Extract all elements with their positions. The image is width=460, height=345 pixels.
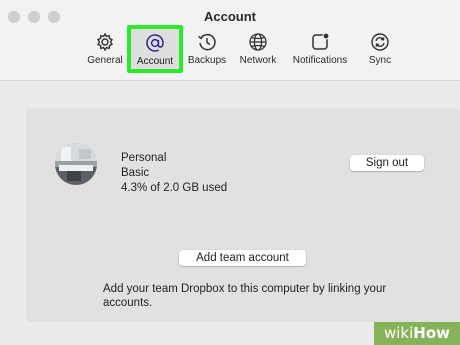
wikihow-watermark: wikiHow bbox=[374, 322, 460, 345]
tab-network[interactable]: Network bbox=[236, 31, 280, 73]
clock-history-icon bbox=[198, 33, 216, 51]
tab-account-label: Account bbox=[136, 56, 174, 67]
tab-account[interactable]: Account bbox=[127, 25, 183, 73]
preferences-window: Account General Account Backups Network … bbox=[0, 0, 460, 345]
tab-sync-label: Sync bbox=[368, 55, 392, 66]
tab-network-label: Network bbox=[239, 55, 277, 66]
globe-icon bbox=[249, 33, 267, 51]
add-team-account-button[interactable]: Add team account bbox=[179, 250, 306, 266]
sign-out-button[interactable]: Sign out bbox=[350, 155, 424, 171]
tab-backups-label: Backups bbox=[187, 55, 227, 66]
account-name: Personal bbox=[121, 152, 167, 164]
account-plan: Basic bbox=[121, 167, 150, 179]
sync-icon bbox=[371, 33, 389, 51]
gear-icon bbox=[97, 32, 113, 52]
tab-notifications[interactable]: Notifications bbox=[287, 31, 353, 73]
notification-badge-icon bbox=[312, 32, 330, 50]
watermark-suffix: How bbox=[413, 324, 450, 342]
at-sign-icon bbox=[146, 34, 164, 52]
window-title: Account bbox=[204, 9, 256, 24]
storage-usage: 4.3% of 2.0 GB used bbox=[121, 182, 228, 194]
watermark-prefix: wiki bbox=[383, 324, 414, 342]
tab-backups[interactable]: Backups bbox=[185, 31, 229, 73]
tab-sync[interactable]: Sync bbox=[362, 31, 398, 73]
tab-notifications-label: Notifications bbox=[292, 55, 348, 66]
tab-general-label: General bbox=[87, 55, 123, 66]
team-description: Add your team Dropbox to this computer b… bbox=[103, 283, 387, 309]
toolbar: Account General Account Backups Network … bbox=[0, 0, 460, 81]
tab-general[interactable]: General bbox=[84, 31, 126, 73]
avatar bbox=[55, 143, 97, 185]
avatar-image bbox=[55, 143, 97, 185]
